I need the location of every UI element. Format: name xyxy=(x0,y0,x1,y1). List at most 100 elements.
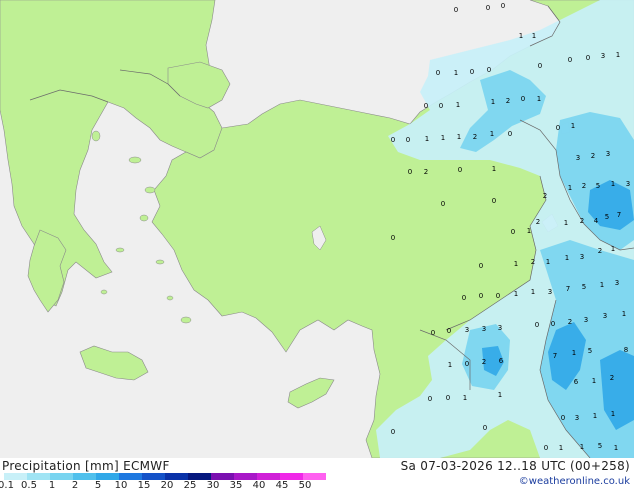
precip-value-108: 5 xyxy=(598,442,602,450)
precip-value-87: 6 xyxy=(499,357,504,365)
precip-value-102: 3 xyxy=(575,414,579,422)
precip-value-75: 3 xyxy=(465,326,469,334)
precip-value-3: 1 xyxy=(519,32,523,40)
precip-value-85: 0 xyxy=(465,360,469,368)
scale-swatch-3 xyxy=(73,473,96,480)
precip-value-73: 0 xyxy=(431,329,435,337)
precip-value-51: 2 xyxy=(580,217,584,225)
scale-label-10: 35 xyxy=(229,480,243,491)
precip-value-78: 0 xyxy=(535,321,539,329)
precip-value-88: 7 xyxy=(553,352,557,360)
precip-value-33: 0 xyxy=(458,166,462,174)
precip-value-18: 2 xyxy=(506,97,510,105)
scale-swatch-12 xyxy=(280,473,303,480)
precip-value-74: 0 xyxy=(447,327,451,335)
precip-value-4: 1 xyxy=(532,32,536,40)
scale-swatch-4 xyxy=(96,473,119,480)
precip-value-30: 1 xyxy=(571,122,575,130)
scale-label-13: 50 xyxy=(298,480,312,491)
precip-value-31: 0 xyxy=(408,168,412,176)
precip-value-48: 1 xyxy=(527,227,531,235)
precip-value-82: 3 xyxy=(603,312,607,320)
scale-swatch-1 xyxy=(27,473,50,480)
precip-value-25: 1 xyxy=(457,133,461,141)
precip-value-56: 1 xyxy=(514,260,518,268)
precip-value-26: 2 xyxy=(473,133,477,141)
precip-value-28: 0 xyxy=(508,130,512,138)
scale-label-7: 20 xyxy=(160,480,174,491)
precip-value-6: 0 xyxy=(586,54,590,62)
precip-value-91: 8 xyxy=(624,346,628,354)
precip-value-77: 3 xyxy=(498,324,502,332)
precip-value-37: 3 xyxy=(606,150,610,158)
scale-label-0: 0.1 xyxy=(0,480,14,491)
precip-value-57: 2 xyxy=(531,258,535,266)
precip-value-36: 2 xyxy=(591,152,595,160)
precip-value-5: 0 xyxy=(568,56,572,64)
precip-value-72: 3 xyxy=(615,279,619,287)
precip-value-98: 2 xyxy=(610,374,614,382)
precip-value-65: 0 xyxy=(496,292,500,300)
precip-value-14: 0 xyxy=(424,102,428,110)
precip-value-19: 0 xyxy=(521,95,525,103)
precip-value-66: 1 xyxy=(514,290,518,298)
precip-value-104: 1 xyxy=(611,410,615,418)
precip-value-54: 7 xyxy=(617,211,621,219)
precip-value-43: 5 xyxy=(596,182,600,190)
precip-value-40: 2 xyxy=(543,192,547,200)
precip-value-68: 3 xyxy=(548,288,552,296)
precip-value-61: 2 xyxy=(598,247,602,255)
precip-value-13: 0 xyxy=(538,62,542,70)
precip-value-83: 1 xyxy=(622,310,626,318)
precip-value-71: 1 xyxy=(600,281,604,289)
scale-swatch-0 xyxy=(4,473,27,480)
scale-label-4: 5 xyxy=(94,480,102,491)
color-scale-labels: 0.1 0.5 1 2 5 10 15 20 25 30 35 40 45 50 xyxy=(0,480,330,491)
precip-value-76: 3 xyxy=(482,325,486,333)
precip-value-23: 1 xyxy=(425,135,429,143)
scale-label-12: 45 xyxy=(275,480,289,491)
precip-value-53: 5 xyxy=(605,213,609,221)
precip-value-12: 0 xyxy=(487,66,491,74)
precip-value-32: 2 xyxy=(424,168,428,176)
scale-label-5: 10 xyxy=(114,480,128,491)
precip-value-58: 1 xyxy=(546,258,550,266)
credit-link[interactable]: ©weatheronline.co.uk xyxy=(519,476,630,487)
forecast-datetime: Sa 07-03-2026 12..18 UTC (00+258) xyxy=(400,459,630,473)
precip-value-42: 2 xyxy=(582,182,586,190)
precip-value-29: 0 xyxy=(556,124,560,132)
precip-value-63: 0 xyxy=(462,294,466,302)
scale-label-6: 15 xyxy=(137,480,151,491)
map-footer: Precipitation [mm] ECMWF Sa 07-03-2026 1… xyxy=(0,458,634,491)
precip-value-45: 3 xyxy=(626,180,630,188)
precip-value-55: 0 xyxy=(479,262,483,270)
precip-value-86: 2 xyxy=(482,358,486,366)
precip-value-34: 1 xyxy=(492,165,496,173)
color-scale-bar xyxy=(4,473,326,480)
precip-value-15: 0 xyxy=(439,102,443,110)
scale-swatch-6 xyxy=(142,473,165,480)
precip-value-39: 0 xyxy=(492,197,496,205)
precip-value-59: 1 xyxy=(565,254,569,262)
precip-value-1: 0 xyxy=(486,4,490,12)
precip-value-50: 1 xyxy=(564,219,568,227)
precip-value-47: 0 xyxy=(511,228,515,236)
scale-label-8: 25 xyxy=(183,480,197,491)
precip-value-105: 0 xyxy=(544,444,548,452)
precip-value-0: 0 xyxy=(454,6,458,14)
precip-value-99: 0 xyxy=(391,428,395,436)
map-title: Precipitation [mm] ECMWF xyxy=(2,459,170,473)
scale-label-2: 1 xyxy=(48,480,56,491)
precip-value-97: 1 xyxy=(592,377,596,385)
precipitation-map: 0 0 0 1 1 0 0 3 1 0 1 0 0 0 0 0 1 1 2 0 1 0 0 1 1 1 2 1 0 0 1 0 2 0 1 3 2 3 0 0… xyxy=(0,0,634,458)
precip-value-70: 5 xyxy=(582,283,586,291)
precip-value-95: 1 xyxy=(498,391,502,399)
scale-label-11: 40 xyxy=(252,480,266,491)
precip-value-20: 1 xyxy=(537,95,541,103)
scale-swatch-13 xyxy=(303,473,326,480)
scale-label-9: 30 xyxy=(206,480,220,491)
scale-swatch-11 xyxy=(257,473,280,480)
precip-value-17: 1 xyxy=(491,98,495,106)
precip-value-62: 1 xyxy=(611,245,615,253)
precip-value-89: 1 xyxy=(572,349,576,357)
